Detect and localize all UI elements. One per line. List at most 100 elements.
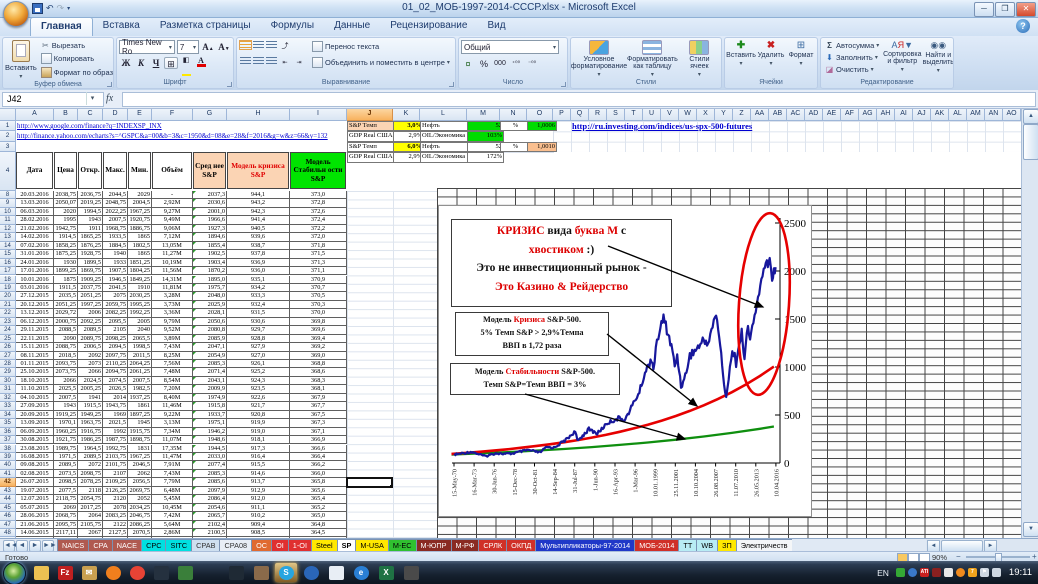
- scroll-up-icon[interactable]: ▲: [1023, 109, 1038, 124]
- cell-G46[interactable]: 2065,7: [193, 512, 227, 520]
- cell-B29[interactable]: 2073,75: [54, 368, 78, 376]
- cell-H45[interactable]: 911,1: [227, 504, 290, 512]
- cell-C35[interactable]: 1963,75: [78, 419, 103, 427]
- column-header-AL[interactable]: AL: [949, 108, 967, 121]
- row-header-24[interactable]: 24: [0, 326, 16, 334]
- row-header-48[interactable]: 48: [0, 529, 16, 537]
- cell-C47[interactable]: 2105,75: [78, 521, 103, 529]
- cell-C32[interactable]: 1941: [78, 394, 103, 402]
- start-button[interactable]: [3, 562, 26, 584]
- column-header-Q[interactable]: Q: [571, 108, 589, 121]
- cell-G29[interactable]: 2071,4: [193, 368, 227, 376]
- row-header-20[interactable]: 20: [0, 292, 16, 300]
- cell-F31[interactable]: 7,20M: [152, 385, 193, 393]
- cell-D11[interactable]: 2007,5: [103, 216, 128, 224]
- cell-E10[interactable]: 1967,25: [128, 208, 152, 216]
- cell-G10[interactable]: 2001,0: [193, 208, 227, 216]
- column-header-R[interactable]: R: [589, 108, 607, 121]
- row-header-2[interactable]: 2: [0, 131, 16, 141]
- ribbon-tab-Вставка[interactable]: Вставка: [93, 17, 150, 36]
- cell-E11[interactable]: 1920,75: [128, 216, 152, 224]
- cell-H19[interactable]: 934,2: [227, 284, 290, 292]
- cell-E27[interactable]: 2011,5: [128, 352, 152, 360]
- cell-D36[interactable]: 1992: [103, 428, 128, 436]
- scroll-right-icon[interactable]: ►: [984, 540, 997, 552]
- wrap-text-button[interactable]: Перенос текста: [310, 40, 452, 53]
- cell-D37[interactable]: 1987,75: [103, 436, 128, 444]
- cell-E28[interactable]: 2064,25: [128, 360, 152, 368]
- row-header-4[interactable]: 4: [0, 152, 16, 191]
- row-header-10[interactable]: 10: [0, 208, 16, 216]
- cell-E41[interactable]: 2062: [128, 470, 152, 478]
- column-header-T[interactable]: T: [625, 108, 643, 121]
- cut-button[interactable]: ✂Вырезать: [39, 40, 114, 51]
- zoom-in-icon[interactable]: +: [1032, 552, 1037, 561]
- ribbon-tab-Главная[interactable]: Главная: [30, 17, 93, 37]
- increase-decimal-icon[interactable]: ⁺⁰⁰: [509, 57, 523, 71]
- cell-E46[interactable]: 2046,75: [128, 512, 152, 520]
- cell-D13[interactable]: 1933,5: [103, 233, 128, 241]
- cell-I29[interactable]: 368,6: [290, 368, 347, 376]
- cell-C21[interactable]: 1997,25: [78, 301, 103, 309]
- cell-C13[interactable]: 1865,25: [78, 233, 103, 241]
- cell-F17[interactable]: 11,56M: [152, 267, 193, 275]
- cell-J3[interactable]: S&P Темп: [347, 142, 397, 152]
- chart-annotation-box-2[interactable]: Модель Стабильности S&P-500.Темп S&P=Тем…: [450, 363, 620, 395]
- cell-A22[interactable]: 13.12.2015: [16, 309, 54, 317]
- format-painter-button[interactable]: Формат по образцу: [39, 66, 114, 79]
- cell-B35[interactable]: 1970,1: [54, 419, 78, 427]
- scroll-down-icon[interactable]: ▼: [1023, 522, 1038, 537]
- column-header-M[interactable]: M: [467, 108, 500, 121]
- cell-B42[interactable]: 2098,5: [54, 478, 78, 486]
- embedded-chart[interactable]: 0500100015002000250015-May-7016-Mar-7330…: [438, 205, 812, 517]
- cell-B45[interactable]: 2069: [54, 504, 78, 512]
- hyperlink[interactable]: http://finance.yahoo.com/echarts?s=^GSPC…: [17, 131, 328, 141]
- chart-annotation-box-0[interactable]: КРИЗИС вида буква М схвостиком :)Это не …: [451, 219, 672, 307]
- cell-C12[interactable]: 1911: [78, 225, 103, 233]
- cell-A23[interactable]: 06.12.2015: [16, 318, 54, 326]
- cell-A28[interactable]: 01.11.2015: [16, 360, 54, 368]
- delete-cells-button[interactable]: ✖ Удалить▾: [757, 40, 785, 78]
- cell-E32[interactable]: 1937,25: [128, 394, 152, 402]
- cell-A20[interactable]: 27.12.2015: [16, 292, 54, 300]
- dialog-launcher-icon[interactable]: [449, 82, 454, 87]
- cell-F20[interactable]: 3,28M: [152, 292, 193, 300]
- ribbon-tab-Формулы[interactable]: Формулы: [261, 17, 325, 36]
- cell-D43[interactable]: 2126,25: [103, 487, 128, 495]
- cell-I40[interactable]: 366,2: [290, 461, 347, 469]
- autosum-button[interactable]: ΣАвтосумма▾: [823, 40, 881, 51]
- align-middle-icon[interactable]: [253, 41, 264, 49]
- cell-I35[interactable]: 367,3: [290, 419, 347, 427]
- cell-G21[interactable]: 2025,9: [193, 301, 227, 309]
- column-header-AF[interactable]: AF: [841, 108, 859, 121]
- cell-B39[interactable]: 1971,5: [54, 453, 78, 461]
- clear-button[interactable]: ◪Очистить▾: [823, 64, 881, 75]
- cell-G43[interactable]: 2097,9: [193, 487, 227, 495]
- copy-button[interactable]: Копировать: [39, 52, 114, 65]
- cell-C24[interactable]: 2089,5: [78, 326, 103, 334]
- cell-E9[interactable]: 2004,5: [128, 199, 152, 207]
- cell-H35[interactable]: 919,9: [227, 419, 290, 427]
- cell-I33[interactable]: 367,7: [290, 402, 347, 410]
- cell-C14[interactable]: 1876,25: [78, 242, 103, 250]
- cell-C36[interactable]: 1916,75: [78, 428, 103, 436]
- cell-H10[interactable]: 942,3: [227, 208, 290, 216]
- column-header-AH[interactable]: AH: [877, 108, 895, 121]
- fill-handle[interactable]: [390, 485, 393, 488]
- taskbar-button-media-player[interactable]: [150, 563, 172, 582]
- row-header-21[interactable]: 21: [0, 301, 16, 309]
- cell-F22[interactable]: 3,36M: [152, 309, 193, 317]
- cell-H34[interactable]: 920,8: [227, 411, 290, 419]
- display-tray-icon[interactable]: [992, 568, 1001, 577]
- cell-D25[interactable]: 2098,25: [103, 335, 128, 343]
- cell-G34[interactable]: 1933,7: [193, 411, 227, 419]
- row-header-42[interactable]: 42: [0, 478, 16, 486]
- cell-D44[interactable]: 2120: [103, 495, 128, 503]
- cell-E30[interactable]: 2007,5: [128, 377, 152, 385]
- cell-G31[interactable]: 2009,9: [193, 385, 227, 393]
- cell-H20[interactable]: 933,3: [227, 292, 290, 300]
- cell-B24[interactable]: 2088,5: [54, 326, 78, 334]
- taskbar-button-notes[interactable]: [325, 563, 347, 582]
- cell-A12[interactable]: 21.02.2016: [16, 225, 54, 233]
- cell-H40[interactable]: 915,5: [227, 461, 290, 469]
